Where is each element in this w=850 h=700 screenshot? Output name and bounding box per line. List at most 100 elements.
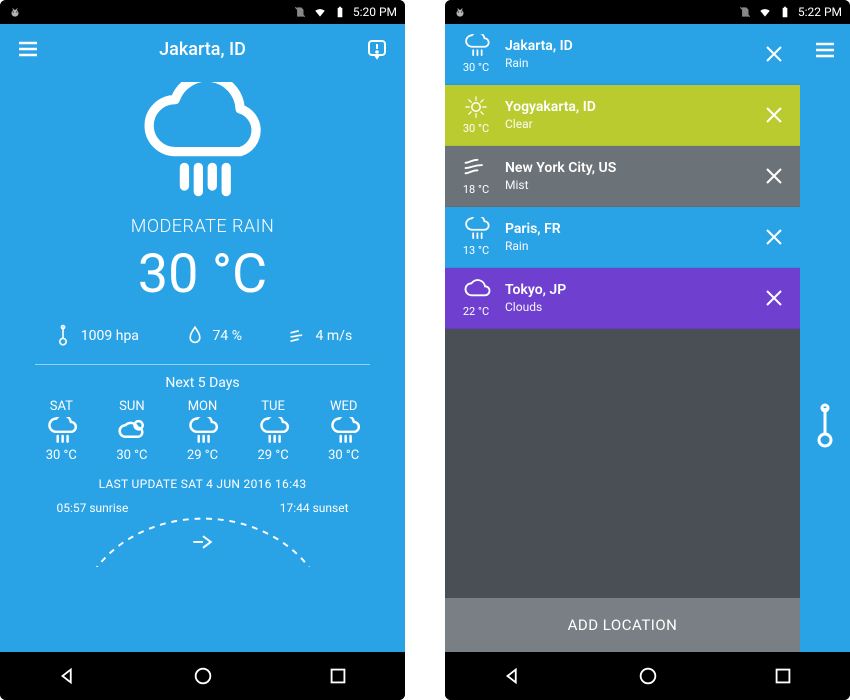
weather-icon	[461, 278, 491, 302]
location-text: New York City, USMist	[505, 160, 762, 192]
remove-location-icon[interactable]	[762, 225, 786, 249]
home-icon[interactable]	[192, 665, 214, 687]
stats-row: 1009 hpa 74 % 4 m/s	[20, 324, 385, 348]
weather-icon	[461, 34, 491, 58]
weather-main-screen: Jakarta, ID MODERATE RAIN 30 °C	[0, 24, 405, 652]
location-condition: Mist	[505, 178, 762, 192]
location-name: Jakarta, ID	[505, 38, 762, 54]
thermometer-icon	[53, 324, 73, 348]
forecast-day: SUN 30 °C	[115, 399, 149, 463]
location-temp: 30 °C	[463, 122, 489, 135]
location-icon-col: 13 °C	[459, 217, 493, 257]
forecast-weather-icon	[115, 417, 149, 445]
location-row[interactable]: 30 °C Yogyakarta, IDClear	[445, 85, 800, 146]
location-row[interactable]: 18 °C New York City, USMist	[445, 146, 800, 207]
recents-icon[interactable]	[772, 665, 794, 687]
location-temp: 18 °C	[463, 183, 489, 196]
add-location-button[interactable]: ADD LOCATION	[445, 598, 800, 652]
sunset-text: 17:44 sunset	[280, 501, 349, 515]
sun-arc	[57, 517, 349, 567]
location-temp: 30 °C	[463, 61, 489, 74]
forecast-day-label: TUE	[261, 399, 285, 414]
forecast-row: SAT 30 °C SUN 30 °C MON 29 °C TUE 29 °C WED 30 °C	[20, 399, 385, 463]
wind-stat: 4 m/s	[288, 324, 353, 348]
locations-drawer: 30 °C Jakarta, ID Rain 30 °C Yogyakarta, IDC…	[445, 24, 800, 652]
forecast-weather-icon	[44, 417, 78, 445]
sun-times: 05:57 sunrise 17:44 sunset	[57, 501, 349, 515]
condition-text: MODERATE RAIN	[131, 216, 275, 237]
forecast-weather-icon	[327, 417, 361, 445]
thermometer-icon	[811, 402, 839, 452]
location-text: Yogyakarta, IDClear	[505, 99, 762, 131]
alert-icon[interactable]	[365, 37, 389, 61]
location-icon-col: 22 °C	[459, 278, 493, 318]
forecast-temp: 30 °C	[46, 448, 77, 463]
location-icon-col: 18 °C	[459, 156, 493, 196]
forecast-day-label: WED	[330, 399, 357, 414]
forecast-day-label: MON	[188, 399, 218, 414]
forecast-temp: 29 °C	[187, 448, 218, 463]
wind-icon	[288, 324, 308, 348]
forecast-day-label: SAT	[50, 399, 73, 414]
location-row[interactable]: 13 °C Paris, FR Rain	[445, 207, 800, 268]
location-temp: 22 °C	[463, 305, 489, 318]
forecast-day: WED 30 °C	[327, 399, 361, 463]
no-sim-icon	[293, 5, 307, 19]
location-condition: Clear	[505, 117, 762, 131]
wifi-icon	[758, 5, 772, 19]
location-row[interactable]: 22 °C Tokyo, JPClouds	[445, 268, 800, 329]
home-icon[interactable]	[637, 665, 659, 687]
drawer-screen: 30 °C Jakarta, ID Rain 30 °C Yogyakarta, IDC…	[445, 24, 850, 652]
remove-location-icon[interactable]	[762, 286, 786, 310]
weather-icon	[461, 217, 491, 241]
forecast-temp: 29 °C	[258, 448, 289, 463]
location-text: Tokyo, JPClouds	[505, 282, 762, 314]
location-row[interactable]: 30 °C Jakarta, ID Rain	[445, 24, 800, 85]
location-condition: Rain	[505, 239, 762, 253]
location-name: Tokyo, JP	[505, 282, 762, 298]
pressure-stat: 1009 hpa	[53, 324, 139, 348]
back-icon[interactable]	[57, 665, 79, 687]
location-icon-col: 30 °C	[459, 95, 493, 135]
location-text: Paris, FR Rain	[505, 221, 762, 253]
statusbar: 5:22 PM	[445, 0, 850, 24]
humidity-value: 74 %	[213, 328, 242, 344]
forecast-day: TUE 29 °C	[256, 399, 290, 463]
location-temp: 13 °C	[463, 244, 489, 257]
forecast-temp: 30 °C	[116, 448, 147, 463]
location-title: Jakarta, ID	[40, 39, 365, 60]
forecast-weather-icon	[185, 417, 219, 445]
remove-location-icon[interactable]	[762, 164, 786, 188]
no-sim-icon	[738, 5, 752, 19]
menu-icon[interactable]	[16, 37, 40, 61]
menu-icon[interactable]	[813, 38, 837, 62]
pressure-value: 1009 hpa	[81, 328, 139, 344]
temperature-text: 30 °C	[138, 243, 267, 306]
remove-location-icon[interactable]	[762, 42, 786, 66]
android-head-icon	[453, 5, 467, 19]
forecast-day-label: SUN	[119, 399, 144, 414]
location-icon-col: 30 °C	[459, 34, 493, 74]
wifi-icon	[313, 5, 327, 19]
location-name: Paris, FR	[505, 221, 762, 237]
app-header: Jakarta, ID	[0, 24, 405, 74]
phone-right: 5:22 PM 30 °C Jakarta, ID Rain 30 °C Yogyaka…	[445, 0, 850, 700]
weather-icon	[461, 156, 491, 180]
forecast-temp: 30 °C	[328, 448, 359, 463]
location-condition: Rain	[505, 56, 762, 70]
main-screen-peek[interactable]	[800, 24, 850, 652]
recents-icon[interactable]	[327, 665, 349, 687]
forecast-day: SAT 30 °C	[44, 399, 78, 463]
main-content: MODERATE RAIN 30 °C 1009 hpa 74 % 4 m/s	[0, 74, 405, 652]
forecast-heading: Next 5 Days	[165, 375, 239, 391]
battery-icon	[333, 5, 347, 19]
phone-left: 5:20 PM Jakarta, ID	[0, 0, 405, 700]
battery-icon	[778, 5, 792, 19]
android-head-icon	[8, 5, 22, 19]
back-icon[interactable]	[502, 665, 524, 687]
weather-icon	[461, 95, 491, 119]
remove-location-icon[interactable]	[762, 103, 786, 127]
sunrise-text: 05:57 sunrise	[57, 501, 129, 515]
wind-value: 4 m/s	[316, 328, 353, 344]
android-navbar	[445, 652, 850, 700]
